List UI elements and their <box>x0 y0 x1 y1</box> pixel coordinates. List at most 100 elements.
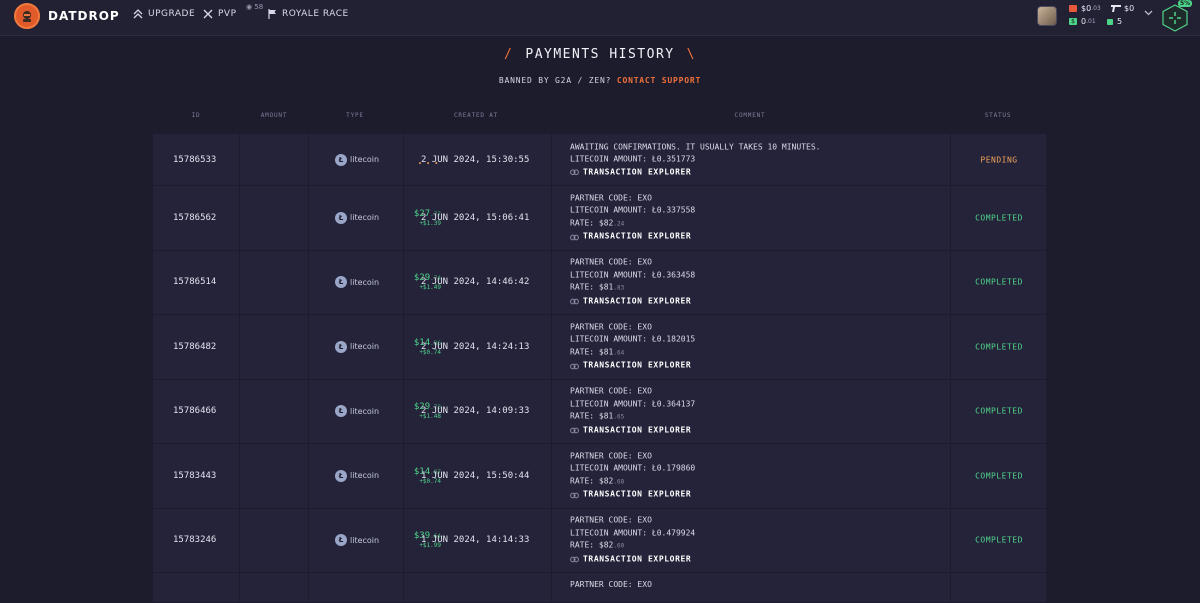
top-bar: DATDROP UPGRADE PVP ◉ 58 ROYALE RACE $0.… <box>0 0 1200 36</box>
transaction-explorer-link[interactable]: TRANSACTION EXPLORER <box>570 424 695 437</box>
table-row: 15786466 $29.73 +$1.48 Łlitecoin 2 JUN 20… <box>153 379 1046 444</box>
coupon-balance-cents: .03 <box>1091 5 1101 12</box>
status-badge: COMPLETED <box>975 342 1023 352</box>
row-type: Łlitecoin <box>335 276 379 289</box>
gun-balance[interactable]: $0 <box>1111 4 1134 13</box>
partner-code: PARTNER CODE: EXO <box>570 580 652 589</box>
pvp-online-count: ◉ 58 <box>246 3 264 11</box>
rate-main: RATE: $82 <box>570 476 614 486</box>
transaction-explorer-link[interactable]: TRANSACTION EXPLORER <box>570 489 695 502</box>
nav-pvp[interactable]: PVP <box>203 9 237 19</box>
transaction-explorer-label: TRANSACTION EXPLORER <box>583 360 692 370</box>
row-created: 2 JUN 2024, 15:30:55 <box>421 154 530 165</box>
coupon-icon <box>1069 5 1077 12</box>
link-icon <box>570 234 579 240</box>
nav-royale-race[interactable]: ROYALE RACE <box>268 9 349 19</box>
partner-code: PARTNER CODE: EXO <box>570 322 652 332</box>
transaction-explorer-label: TRANSACTION EXPLORER <box>583 489 692 499</box>
type-label: litecoin <box>350 471 380 481</box>
row-id: 15786562 <box>173 212 217 223</box>
banned-text: BANNED BY G2A / ZEN? <box>498 76 612 85</box>
row-created: 2 JUN 2024, 14:24:13 <box>421 341 530 352</box>
page-title: / PAYMENTS HISTORY \ <box>504 47 696 62</box>
transaction-explorer-link[interactable]: TRANSACTION EXPLORER <box>570 553 695 566</box>
transaction-explorer-label: TRANSACTION EXPLORER <box>583 425 692 435</box>
row-type: Łlitecoin <box>335 211 380 224</box>
row-id: 15786533 <box>173 154 217 165</box>
status-badge: COMPLETED <box>975 406 1023 416</box>
table-row: 15786533 ... Łlitecoin 2 JUN 2024, 15:30… <box>153 134 1046 186</box>
avatar[interactable] <box>1037 6 1057 26</box>
type-label: litecoin <box>350 213 380 223</box>
payments-table: ID AMOUNT TYPE CREATED AT COMMENT STATUS… <box>153 108 1046 603</box>
table-row: 15783246 $39.64 +$1.99 Łlitecoin 1 JUN 20… <box>153 508 1046 573</box>
row-id: 15786482 <box>173 341 217 352</box>
header-id: ID <box>191 112 201 119</box>
upgrade-icon <box>133 9 143 19</box>
banned-notice: BANNED BY G2A / ZEN? CONTACT SUPPORT <box>0 76 1200 85</box>
pvp-swords-icon <box>203 9 213 19</box>
rate-main: RATE: $82 <box>570 218 614 228</box>
coupon-balance[interactable]: $0.03 <box>1069 4 1101 13</box>
table-row: 15783443 $14.87 +$0.74 Łlitecoin 1 JUN 20… <box>153 444 1046 509</box>
row-created: 1 JUN 2024, 14:14:33 <box>421 535 530 546</box>
table-row: 15786562 $27.77 +$1.39 Łlitecoin 2 JUN 20… <box>153 186 1046 251</box>
row-created: 1 JUN 2024, 15:50:44 <box>421 470 530 481</box>
nav-pvp-label: PVP <box>218 9 237 19</box>
litecoin-icon: Ł <box>335 211 347 224</box>
cash-icon: $ <box>1069 18 1077 25</box>
transaction-explorer-link[interactable]: TRANSACTION EXPLORER <box>570 231 695 244</box>
transaction-explorer-link[interactable]: TRANSACTION EXPLORER <box>570 295 695 308</box>
row-comment: PARTNER CODE: EXO LITECOIN AMOUNT: Ł0.36… <box>570 257 695 308</box>
header-status: STATUS <box>984 112 1012 119</box>
rate: RATE: $81.64 <box>570 346 695 360</box>
status-badge: COMPLETED <box>975 213 1023 223</box>
litecoin-icon: Ł <box>335 405 347 418</box>
nav-upgrade-label: UPGRADE <box>148 9 196 19</box>
row-created: 2 JUN 2024, 14:09:33 <box>421 406 530 417</box>
logo[interactable]: DATDROP <box>14 3 120 29</box>
litecoin-icon: Ł <box>335 276 347 289</box>
litecoin-amount: LITECOIN AMOUNT: Ł0.351773 <box>570 154 696 164</box>
partner-code: PARTNER CODE: EXO <box>570 193 652 203</box>
table-header: ID AMOUNT TYPE CREATED AT COMMENT STATUS <box>153 108 1046 130</box>
nav-upgrade[interactable]: UPGRADE <box>133 9 195 19</box>
points-balance[interactable]: 5 <box>1107 17 1122 26</box>
points-icon <box>1107 18 1113 25</box>
rate-cents: .60 <box>613 542 625 550</box>
gun-balance-value: $0 <box>1124 4 1135 13</box>
rate: RATE: $81.83 <box>570 282 695 296</box>
row-created: 2 JUN 2024, 14:46:42 <box>421 277 530 288</box>
rate-cents: .83 <box>613 284 625 292</box>
flag-icon <box>268 9 276 19</box>
row-id: 15786514 <box>173 277 217 288</box>
contact-support-link[interactable]: CONTACT SUPPORT <box>617 76 701 85</box>
row-comment: PARTNER CODE: EXO LITECOIN AMOUNT: Ł0.17… <box>570 450 695 501</box>
header-created: CREATED AT <box>453 112 499 119</box>
table-row: PARTNER CODE: EXO <box>153 573 1046 603</box>
cash-balance[interactable]: $ 0.01 <box>1069 17 1096 26</box>
chevron-down-icon[interactable] <box>1144 10 1153 16</box>
table-row: 15786482 $14.86 +$0.74 Łlitecoin 2 JUN 20… <box>153 315 1046 380</box>
litecoin-icon: Ł <box>335 534 347 547</box>
row-created: 2 JUN 2024, 15:06:41 <box>421 212 530 223</box>
row-comment: PARTNER CODE: EXO LITECOIN AMOUNT: Ł0.33… <box>570 192 695 243</box>
rate: RATE: $82.60 <box>570 540 695 554</box>
transaction-explorer-link[interactable]: TRANSACTION EXPLORER <box>570 166 820 179</box>
row-comment: PARTNER CODE: EXO LITECOIN AMOUNT: Ł0.47… <box>570 515 695 566</box>
rate: RATE: $82.68 <box>570 475 695 489</box>
cash-balance-cents: .01 <box>1086 18 1096 25</box>
type-label: litecoin <box>350 155 380 164</box>
row-id: 15786466 <box>173 406 217 417</box>
crosshair-hex-icon[interactable] <box>1162 4 1188 32</box>
litecoin-icon: Ł <box>335 153 347 166</box>
gun-icon <box>1111 5 1121 12</box>
status-badge: PENDING <box>980 155 1018 164</box>
transaction-explorer-link[interactable]: TRANSACTION EXPLORER <box>570 360 695 373</box>
app-name: DATDROP <box>48 9 120 23</box>
table-row: 15786514 $29.74 +$1.49 Łlitecoin 2 JUN 20… <box>153 250 1046 315</box>
header-type: TYPE <box>346 112 364 119</box>
litecoin-amount: LITECOIN AMOUNT: Ł0.182015 <box>570 334 696 344</box>
row-id: 15783246 <box>173 535 217 546</box>
link-icon <box>570 298 579 305</box>
